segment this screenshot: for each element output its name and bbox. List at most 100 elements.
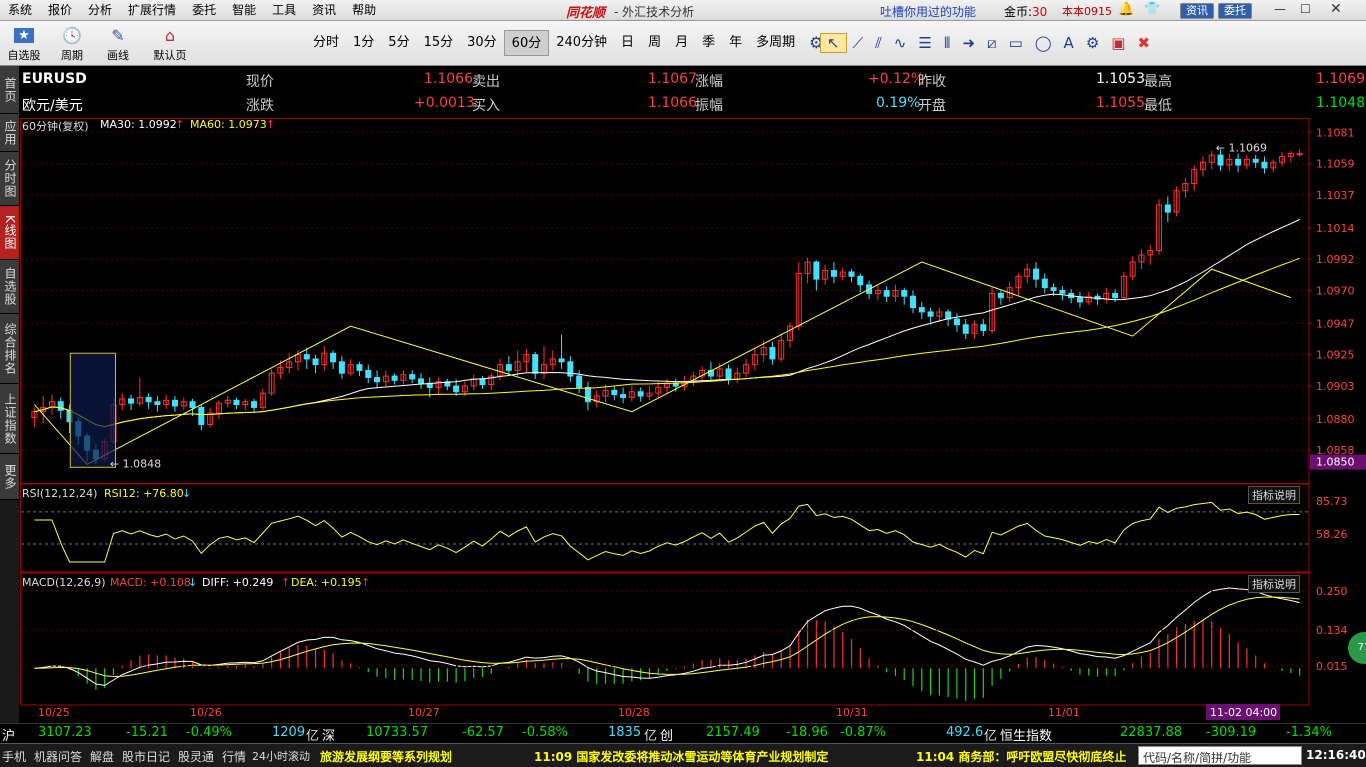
period-week[interactable]: 周	[641, 30, 668, 56]
cursor-time-label: 11-02 04:00	[1210, 706, 1277, 719]
candle-body	[584, 386, 591, 403]
circle-tool-icon[interactable]: ◯	[1029, 34, 1058, 52]
kline-chart-svg[interactable]: 1.1081 1.1059 1.1037 1.1014 1.0992 1.0970 1.09…	[20, 118, 1366, 723]
period-240min[interactable]: 240分钟	[549, 30, 614, 56]
parallel-tool-icon[interactable]: ⫽	[869, 34, 888, 52]
tab-fenshi[interactable]: 分时图	[0, 152, 19, 206]
cy-label: 创	[660, 729, 674, 744]
candle-body	[725, 368, 732, 380]
macd-explain-button[interactable]: 指标说明	[1248, 575, 1300, 593]
macd-tick-label: 0.134	[1316, 624, 1348, 637]
period-tool[interactable]: 🕓 周期	[54, 23, 90, 64]
candle-body	[1076, 297, 1083, 303]
search-input[interactable]: 代码/名称/简拼/功能	[1138, 746, 1302, 765]
trade-button[interactable]: 委托	[1218, 3, 1252, 19]
cursor-icon[interactable]: ↖	[820, 33, 847, 53]
index-bar: 沪 3107.23 -15.21 -0.49% 1209 亿 深 10733.5…	[0, 723, 1366, 744]
period-5min[interactable]: 5分	[381, 30, 416, 56]
period-15min[interactable]: 15分	[417, 30, 461, 56]
period-1min[interactable]: 1分	[346, 30, 381, 56]
zigzag-trendline	[34, 261, 1291, 466]
period-day[interactable]: 日	[614, 30, 641, 56]
maximize-icon[interactable]: ☐	[1300, 2, 1311, 16]
feedback-link[interactable]: 吐槽你用过的功能	[880, 3, 976, 20]
fib-tool-icon[interactable]: ☰	[912, 34, 937, 52]
bell-icon[interactable]: 🔔	[1118, 2, 1134, 17]
status-tab-lingtong[interactable]: 股灵通	[178, 748, 214, 765]
sh-pct: -0.49%	[186, 725, 232, 740]
menu-system[interactable]: 系统	[0, 0, 40, 21]
menu-news[interactable]: 资讯	[304, 0, 344, 21]
draw-settings-icon[interactable]: ⚙	[1080, 34, 1105, 52]
period-60min[interactable]: 60分	[503, 30, 550, 56]
sz-unit: 亿	[644, 729, 658, 744]
period-month[interactable]: 月	[668, 30, 695, 56]
menu-ext-quote[interactable]: 扩展行情	[120, 0, 184, 21]
candle-body	[830, 270, 837, 277]
tab-kline[interactable]: K线图	[0, 206, 19, 260]
chg-pct-label: 涨幅	[695, 74, 723, 90]
menu-analysis[interactable]: 分析	[80, 0, 120, 21]
line-tool-icon[interactable]: ⟋	[847, 34, 870, 52]
candle-body	[365, 369, 372, 378]
period-30min[interactable]: 30分	[460, 30, 504, 56]
arrow-tool-icon[interactable]: ➜	[956, 34, 981, 52]
ma60-up-icon: ↑	[266, 118, 276, 131]
menu-trade[interactable]: 委托	[184, 0, 224, 21]
draw-tool[interactable]: ✎ 画线	[100, 23, 136, 64]
drawing-tools: ↖ ⟋ ⫽ ∿ ☰ ⦀ ➜ ⧄ ▭ ◯ A ⚙ ▣ ✖	[820, 30, 1156, 56]
tab-apps[interactable]: 应用	[0, 114, 19, 152]
self-stock-tool[interactable]: ★ 自选股	[6, 23, 42, 64]
low-highlight-box	[69, 352, 116, 468]
candle-body	[1217, 154, 1224, 166]
news-ticker-3[interactable]: 11:04 商务部：呼吁欧盟尽快彻底终止	[916, 748, 1126, 765]
save-drawing-icon[interactable]: ▣	[1105, 34, 1131, 52]
status-tab-qa[interactable]: 机器问答	[34, 748, 82, 765]
candle-body	[453, 385, 460, 393]
candle-body	[154, 401, 161, 406]
cy-amount: 492.6	[946, 725, 984, 740]
tab-home[interactable]: 首页	[0, 66, 19, 114]
news-ticker-2[interactable]: 11:09 国家发改委将推动冰雪运动等体育产业规划制定	[534, 748, 828, 765]
default-page-tool[interactable]: ⌂ 默认页	[152, 23, 188, 64]
price-tick-label: 1.0903	[1316, 380, 1355, 393]
news-ticker-1[interactable]: 旅游发展纲要等系列规划	[320, 748, 452, 765]
period-quarter[interactable]: 季	[695, 30, 722, 56]
channel-tool-icon[interactable]: ⧄	[981, 34, 1003, 52]
tab-watchlist[interactable]: 自选股	[0, 260, 19, 314]
text-tool-icon[interactable]: A	[1058, 34, 1080, 52]
menu-help[interactable]: 帮助	[344, 0, 384, 21]
tab-ranking[interactable]: 综合排名	[0, 314, 19, 384]
sh-change: -15.21	[126, 725, 168, 740]
macd-label: MACD(12,26,9)	[22, 576, 106, 589]
period-fenshi[interactable]: 分时	[306, 30, 346, 56]
status-tab-analysis[interactable]: 解盘	[90, 748, 114, 765]
menu-tools[interactable]: 工具	[264, 0, 304, 21]
status-tab-quotes[interactable]: 行情	[222, 748, 246, 765]
delete-drawing-icon[interactable]: ✖	[1131, 34, 1156, 52]
bar-tool-icon[interactable]: ⦀	[938, 34, 957, 52]
menu-smart[interactable]: 智能	[224, 0, 264, 21]
close-icon[interactable]: ✕	[1330, 1, 1342, 17]
change-label: 涨跌	[246, 98, 274, 114]
shirt-icon[interactable]: 👕	[1144, 2, 1160, 17]
chart-area[interactable]: 1.1081 1.1059 1.1037 1.1014 1.0992 1.0970 1.09…	[20, 118, 1366, 723]
star-icon: ★	[6, 23, 42, 47]
period-year[interactable]: 年	[722, 30, 749, 56]
hs-change: -309.19	[1206, 725, 1257, 740]
period-multi[interactable]: 多周期	[749, 30, 802, 56]
status-tab-diary[interactable]: 股市日记	[122, 748, 170, 765]
menu-quote[interactable]: 报价	[40, 0, 80, 21]
high-value: 1.1069	[1316, 71, 1365, 87]
default-page-label: 默认页	[153, 49, 187, 62]
news-button[interactable]: 资讯	[1180, 3, 1214, 19]
status-tab-mobile[interactable]: 手机	[2, 748, 26, 765]
rect-tool-icon[interactable]: ▭	[1003, 34, 1029, 52]
price-tick-label: 1.1014	[1316, 222, 1355, 235]
tab-shanghai-index[interactable]: 上证指数	[0, 384, 19, 454]
status-tab-24h[interactable]: 24小时滚动	[252, 748, 310, 764]
minimize-icon[interactable]: —	[1274, 2, 1286, 16]
wave-tool-icon[interactable]: ∿	[888, 34, 913, 52]
tab-more[interactable]: 更多	[0, 454, 19, 500]
rsi-explain-button[interactable]: 指标说明	[1248, 486, 1300, 504]
